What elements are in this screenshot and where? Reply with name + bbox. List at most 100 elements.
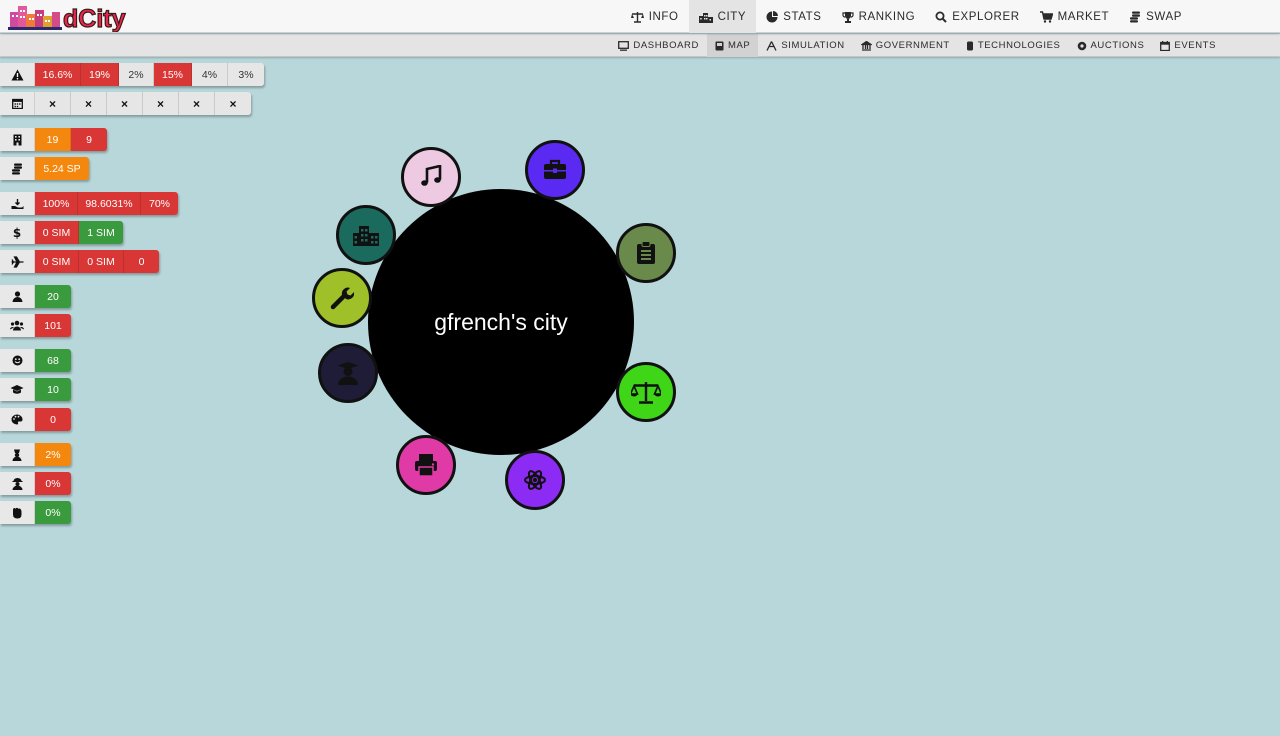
government-icon [860, 40, 872, 51]
hand-holding-icon [0, 192, 35, 215]
calendar-slot-4[interactable]: × [143, 92, 179, 115]
building-icon [0, 128, 35, 151]
calendar-icon [0, 92, 35, 115]
subnav-technologies-label: TECHNOLOGIES [977, 40, 1061, 51]
subnav-map[interactable]: MAP [706, 34, 759, 57]
nav-market-label: MARKET [1057, 10, 1110, 23]
printer-icon [415, 454, 437, 477]
population-row: 20 [0, 285, 71, 308]
happiness-value: 68 [35, 349, 71, 372]
dollar-icon: $ [0, 221, 35, 244]
calendar-row: × × × × × × [0, 92, 251, 115]
subnav-government-label: GOVERNMENT [875, 40, 950, 51]
subnav-technologies[interactable]: TECHNOLOGIES [958, 34, 1069, 57]
smile-icon [0, 349, 35, 372]
map-icon [715, 41, 724, 50]
subnav-auctions-label: AUCTIONS [1090, 40, 1145, 51]
science-district-button[interactable] [505, 450, 565, 510]
atom-icon [524, 470, 546, 490]
subnav-auctions[interactable]: AUCTIONS [1069, 34, 1153, 57]
risk-value-3: 2% [119, 63, 154, 86]
hand-value-3: 70% [141, 192, 178, 215]
fist-icon [0, 501, 35, 524]
calendar-slot-1[interactable]: × [35, 92, 71, 115]
risk-value-6: 3% [228, 63, 264, 86]
music-district-button[interactable] [401, 147, 461, 207]
nav-swap-label: SWAP [1146, 10, 1182, 23]
user-icon [0, 285, 35, 308]
flights-value-2: 0 SIM [79, 250, 124, 273]
money-value-2: 1 SIM [79, 221, 123, 244]
simulation-icon [766, 40, 777, 51]
hand-value-1: 100% [35, 192, 78, 215]
nav-info[interactable]: INFO [621, 0, 689, 33]
unemployment-row: 0% [0, 472, 71, 495]
city-menu: DASHBOARD MAP SIMULATION GOVERNMENT TECH… [610, 34, 1224, 57]
nav-stats-label: STATS [783, 10, 822, 23]
nav-city-label: CITY [717, 10, 747, 23]
flights-row: 0 SIM 0 SIM 0 [0, 250, 159, 273]
briefcase-icon [544, 159, 566, 179]
income-row: 5.24 SP [0, 157, 89, 180]
cart-icon [1039, 10, 1053, 23]
graduate-icon [338, 362, 358, 385]
buildings-count: 19 [35, 128, 71, 151]
hand-stats-row: 100% 98.6031% 70% [0, 192, 178, 215]
top-navigation-bar: dCity INFO CITY STATS RANKING EXPLORER M… [0, 0, 1280, 34]
trophy-icon [841, 11, 854, 23]
pie-chart-icon [766, 10, 779, 22]
risk-stats-row: 16.6% 19% 2% 15% 4% 3% [0, 63, 264, 86]
education-row: 10 [0, 378, 71, 401]
scale-icon [631, 382, 661, 404]
subnav-simulation-label: SIMULATION [781, 40, 845, 51]
subnav-government[interactable]: GOVERNMENT [853, 34, 958, 57]
users-group-icon [0, 314, 35, 337]
nav-ranking-label: RANKING [858, 10, 916, 23]
warning-icon [0, 63, 35, 86]
flights-value-1: 0 SIM [35, 250, 79, 273]
nav-explorer[interactable]: EXPLORER [925, 0, 1029, 33]
nav-stats[interactable]: STATS [756, 0, 831, 33]
worker-icon [0, 472, 35, 495]
education-district-button[interactable] [318, 343, 378, 403]
nav-city[interactable]: CITY [688, 0, 757, 33]
culture-value: 0 [35, 408, 71, 431]
calendar-slot-2[interactable]: × [71, 92, 107, 115]
city-buildings-icon [353, 226, 379, 246]
crime-value: 2% [35, 443, 71, 466]
calendar-slot-6[interactable]: × [215, 92, 251, 115]
subnav-events[interactable]: EVENTS [1152, 34, 1224, 57]
subnav-simulation[interactable]: SIMULATION [758, 34, 852, 57]
risk-value-2: 19% [81, 63, 119, 86]
city-name: gfrench's city [434, 308, 568, 335]
dcity-logo[interactable]: dCity [8, 2, 132, 34]
services-district-button[interactable] [312, 268, 372, 328]
coins-icon [1130, 11, 1141, 22]
industry-district-button[interactable] [336, 205, 396, 265]
unemployment-value: 0% [35, 472, 71, 495]
printing-district-button[interactable] [396, 435, 456, 495]
risk-value-5: 4% [192, 63, 228, 86]
population-value: 20 [35, 285, 71, 308]
business-district-button[interactable] [525, 140, 585, 200]
nav-explorer-label: EXPLORER [952, 10, 1020, 23]
hand-value-2: 98.6031% [78, 192, 141, 215]
risk-value-4: 15% [154, 63, 192, 86]
risk-value-1: 16.6% [35, 63, 81, 86]
nav-market[interactable]: MARKET [1030, 0, 1120, 33]
city-circle[interactable]: gfrench's city [368, 189, 634, 455]
calendar-slot-3[interactable]: × [107, 92, 143, 115]
subnav-dashboard[interactable]: DASHBOARD [610, 34, 707, 57]
calendar-icon [1160, 40, 1171, 51]
subnav-dashboard-label: DASHBOARD [633, 40, 699, 51]
palette-icon [0, 408, 35, 431]
calendar-slot-5[interactable]: × [179, 92, 215, 115]
culture-row: 0 [0, 408, 71, 431]
administration-district-button[interactable] [616, 223, 676, 283]
nav-info-label: INFO [648, 10, 679, 23]
education-value: 10 [35, 378, 71, 401]
buildings-row: 19 9 [0, 128, 107, 151]
nav-ranking[interactable]: RANKING [832, 0, 926, 33]
justice-district-button[interactable] [616, 362, 676, 422]
nav-swap[interactable]: SWAP [1119, 0, 1192, 33]
